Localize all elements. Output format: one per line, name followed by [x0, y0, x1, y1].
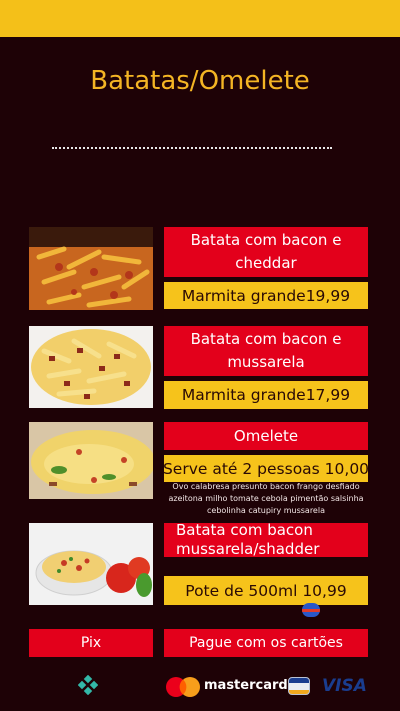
page-title: Batatas/Omelete: [90, 66, 310, 96]
mastercard-icon: [165, 676, 201, 698]
pix-icon: [77, 674, 99, 696]
item-name-cheddar: Batata com bacon e cheddar: [164, 227, 368, 277]
dotted-divider: [52, 147, 332, 149]
item-image-cheddar-fries: [29, 227, 153, 310]
cards-payment-button[interactable]: Pague com os cartões: [164, 629, 368, 657]
visa-card-icon: [288, 677, 310, 695]
item-description-omelete: Ovo calabresa presunto bacon frango desf…: [168, 482, 364, 515]
card-badge-icon: [302, 603, 320, 617]
item-name-pote: Batata com bacon mussarela/shadder: [164, 521, 368, 558]
item-name-mussarela: Batata com bacon e mussarela: [164, 326, 368, 376]
item-price-omelete: Serve até 2 pessoas 10,00: [163, 455, 369, 482]
item-image-mussarela-fries: [29, 326, 153, 408]
top-bar: [0, 0, 400, 37]
item-image-pote: [29, 523, 153, 605]
item-price-cheddar: Marmita grande19,99: [164, 282, 368, 309]
item-price-mussarela: Marmita grande17,99: [164, 381, 368, 409]
item-price-pote: Pote de 500ml 10,99: [164, 576, 368, 605]
item-name-omelete: Omelete: [164, 422, 368, 450]
item-image-omelete: [29, 422, 153, 499]
visa-label: VISA: [322, 676, 367, 696]
pix-button[interactable]: Pix: [29, 629, 153, 657]
mastercard-label: mastercard: [204, 678, 288, 693]
